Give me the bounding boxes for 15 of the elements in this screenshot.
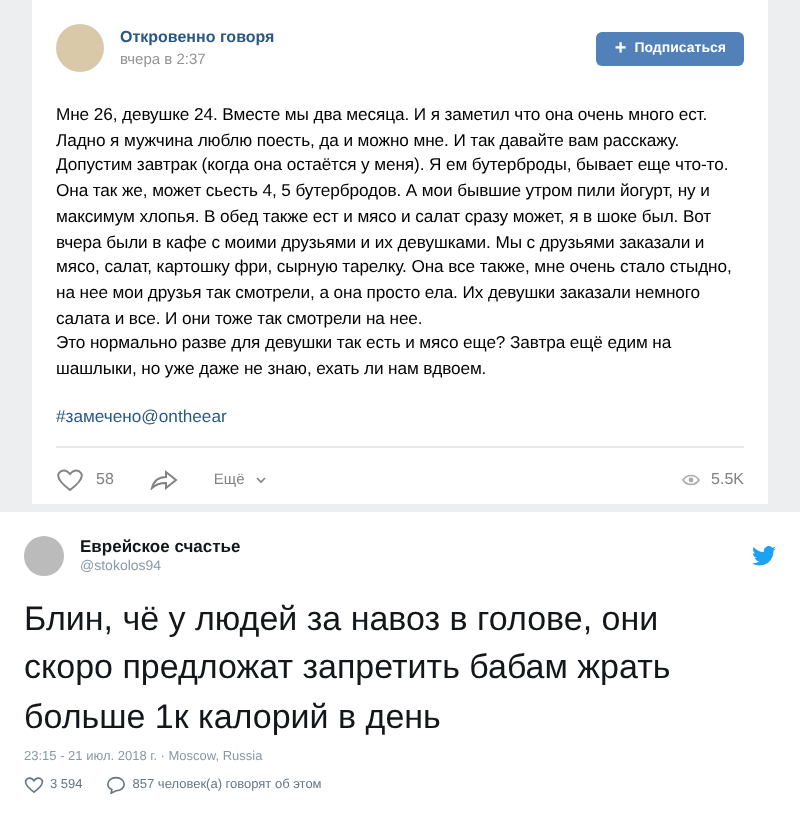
post-paragraph: Мне 26, девушке 24. Вместе мы два месяца. И я заметил что она очень много ест. Ладно я мужчина люблю поесть, да и можно мне. И так давайте вам расскажу. Допустим завтрак (когда она остаётся у меня). Я ем бутерброды, бывает еще что-то. Она так же, может сьесть 4, 5 бутербродов. А мои бывшие утром пили йогурт, ну и максимум хлопья. В обед также ест и мясо и салат сразу может, я в шоке был. Вот вчера были в кафе с моими друзьями и их девушками. Мы с друзьями заказали и мясо, салат, картошку фри, сырную тарелку. Она все также, мне очень стало стыдно, на нее мои друзья так смотрели, а она просто ела. Их девушки заказали немного салата и все. И они тоже так смотрели на нее. <box>56 102 734 331</box>
view-count: 5.5K <box>711 470 744 489</box>
heart-icon[interactable] <box>56 467 84 492</box>
user-name[interactable]: Еврейское счастье <box>80 536 736 557</box>
share-icon[interactable] <box>149 468 178 491</box>
hashtag-link[interactable]: #замечено@ontheear <box>56 405 744 426</box>
tweet-text: Блин, чё у людей за навоз в голове, они скоро предложат запретить бабам жрать больше 1к калорий в день <box>24 597 673 740</box>
chevron-icon[interactable] <box>256 475 267 484</box>
bird-icon <box>752 545 776 566</box>
eye-icon <box>681 473 700 486</box>
author-name[interactable]: Откровенно говоря <box>120 28 581 46</box>
speech-bubble-icon[interactable] <box>106 776 127 795</box>
heart-icon[interactable] <box>24 776 44 795</box>
like-count: 58 <box>96 470 114 489</box>
post-paragraph: Это нормально разве для девушки так есть и мясо еще? Завтра ещё едим на шашлыки, но уже даже не знаю, ехать ли нам вдвоем. <box>56 330 674 382</box>
